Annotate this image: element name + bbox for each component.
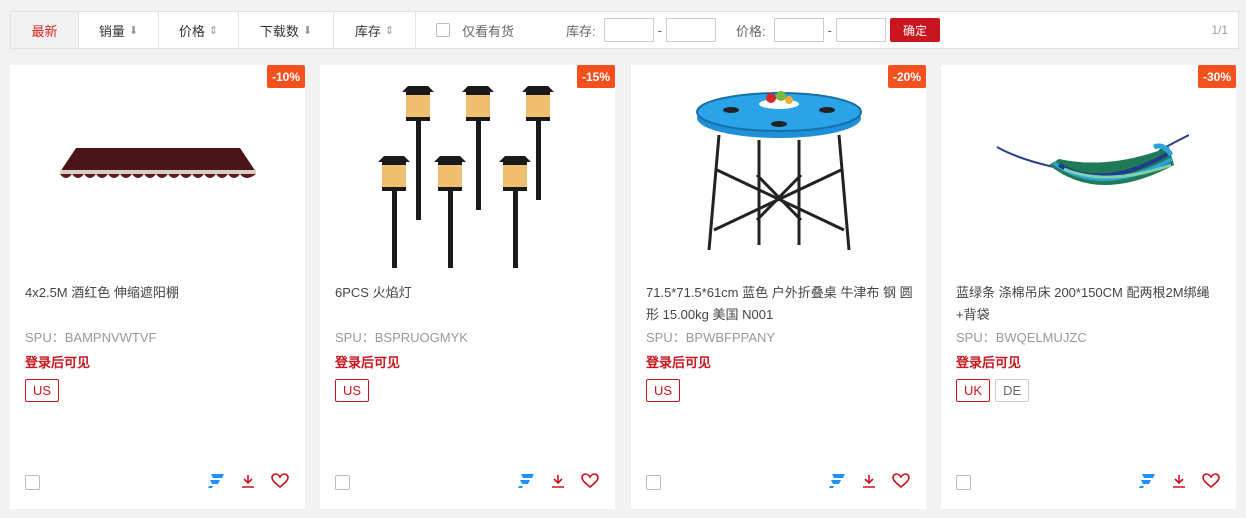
select-checkbox[interactable] [956, 475, 971, 490]
product-image[interactable] [941, 65, 1236, 275]
product-card[interactable]: -30% 蓝绿条 涤棉吊床 200*150CM 配两根2M绑绳+背袋 SPU：B… [941, 65, 1236, 509]
product-spu: SPU：BSPRUOGMYK [335, 330, 468, 345]
product-card[interactable]: -15% 6PCS 火焰灯 SPU：BSPRUOGMYK 登录后可见 US [320, 65, 615, 509]
region-tags: US [646, 379, 681, 402]
sort-tab-price[interactable]: 价格 ⇕ [159, 12, 239, 48]
sort-tab-label: 价格 [178, 23, 205, 39]
confirm-button[interactable]: 确定 [889, 18, 940, 42]
price-range-filter: 价格: - 确定 [736, 18, 940, 42]
download-icon[interactable] [238, 471, 258, 491]
publish-icon[interactable] [516, 471, 536, 491]
favorite-icon[interactable] [891, 471, 911, 491]
sort-tab-newest[interactable]: 最新 [11, 12, 79, 48]
favorite-icon[interactable] [1201, 471, 1221, 491]
select-checkbox[interactable] [646, 475, 661, 490]
price-min-input[interactable] [773, 18, 824, 42]
lamps-image [377, 86, 554, 268]
select-checkbox[interactable] [335, 475, 350, 490]
sort-tab-stock[interactable]: 库存 ⇕ [334, 12, 416, 48]
product-image[interactable] [10, 65, 305, 275]
product-title[interactable]: 6PCS 火焰灯 [335, 282, 603, 304]
region-tag-us[interactable]: US [646, 379, 681, 402]
download-icon[interactable] [859, 471, 879, 491]
discount-badge: -10% [266, 65, 305, 88]
price-max-input[interactable] [835, 18, 886, 42]
favorite-icon[interactable] [270, 471, 290, 491]
in-stock-filter: 仅看有货 [436, 21, 514, 40]
sort-tab-downloads[interactable]: 下载数 ⬇ [239, 12, 334, 48]
sort-tab-sales[interactable]: 销量 ⬇ [79, 12, 159, 48]
product-title[interactable]: 蓝绿条 涤棉吊床 200*150CM 配两根2M绑绳+背袋 [956, 282, 1224, 326]
card-actions [516, 471, 600, 491]
in-stock-label: 仅看有货 [462, 23, 515, 39]
download-icon[interactable] [1169, 471, 1189, 491]
login-to-view-price[interactable]: 登录后可见 [956, 352, 1021, 371]
product-image[interactable] [631, 65, 926, 275]
region-tag-de[interactable]: DE [995, 379, 1030, 402]
stock-range-label: 库存: [566, 23, 596, 39]
publish-icon[interactable] [206, 471, 226, 491]
login-to-view-price[interactable]: 登录后可见 [25, 352, 90, 371]
product-spu: SPU：BWQELMUJZC [956, 330, 1087, 345]
discount-badge: -30% [1197, 65, 1236, 88]
range-dash: - [827, 22, 832, 38]
login-to-view-price[interactable]: 登录后可见 [646, 352, 711, 371]
region-tag-us[interactable]: US [25, 379, 60, 402]
download-icon[interactable] [548, 471, 568, 491]
range-dash: - [657, 22, 662, 38]
publish-icon[interactable] [827, 471, 847, 491]
in-stock-checkbox[interactable] [436, 23, 450, 37]
sort-tab-label: 下载数 [259, 23, 299, 39]
awning-image [59, 148, 256, 178]
card-actions [206, 471, 290, 491]
stock-max-input[interactable] [665, 18, 716, 42]
price-range-label: 价格: [735, 23, 766, 39]
sort-arrow-icon: ⇕ [384, 24, 395, 37]
product-spu: SPU：BAMPNVWTVF [25, 330, 157, 345]
favorite-icon[interactable] [580, 471, 600, 491]
sort-tab-label: 销量 [98, 23, 125, 39]
hammock-image [996, 134, 1189, 185]
stock-min-input[interactable] [603, 18, 654, 42]
region-tag-uk[interactable]: UK [956, 379, 991, 402]
region-tags: US [25, 379, 60, 402]
product-card[interactable]: -20% 71.5*71.5*61cm 蓝色 户外折叠桌 牛津布 钢 圆形 15… [631, 65, 926, 509]
sort-filter-toolbar: 最新 销量 ⬇ 价格 ⇕ 下载数 ⬇ 库存 ⇕ 仅看有货 库存: - 价格: - 确定 … [10, 11, 1239, 49]
product-card[interactable]: -10% 4x2.5M 酒红色 伸缩遮阳棚 SPU：BAMPNVWTVF 登录后… [10, 65, 305, 509]
select-checkbox[interactable] [25, 475, 40, 490]
sort-arrow-icon: ⇕ [208, 24, 219, 37]
product-title[interactable]: 4x2.5M 酒红色 伸缩遮阳棚 [25, 282, 293, 304]
login-to-view-price[interactable]: 登录后可见 [335, 352, 400, 371]
discount-badge: -15% [576, 65, 615, 88]
card-actions [1137, 471, 1221, 491]
publish-icon[interactable] [1137, 471, 1157, 491]
product-title[interactable]: 71.5*71.5*61cm 蓝色 户外折叠桌 牛津布 钢 圆形 15.00kg… [646, 282, 914, 326]
discount-badge: -20% [887, 65, 926, 88]
sort-arrow-icon: ⬇ [302, 24, 313, 37]
region-tags: UK DE [956, 379, 1030, 402]
card-actions [827, 471, 911, 491]
sort-tab-label: 最新 [31, 23, 58, 39]
product-image[interactable] [320, 65, 615, 275]
table-image [695, 91, 862, 251]
sort-arrow-icon: ⬇ [128, 24, 139, 37]
region-tag-us[interactable]: US [335, 379, 370, 402]
sort-tab-label: 库存 [354, 23, 381, 39]
region-tags: US [335, 379, 370, 402]
product-spu: SPU：BPWBFPPANY [646, 330, 776, 345]
page-indicator: 1/1 [1211, 23, 1228, 37]
stock-range-filter: 库存: - [566, 18, 716, 42]
